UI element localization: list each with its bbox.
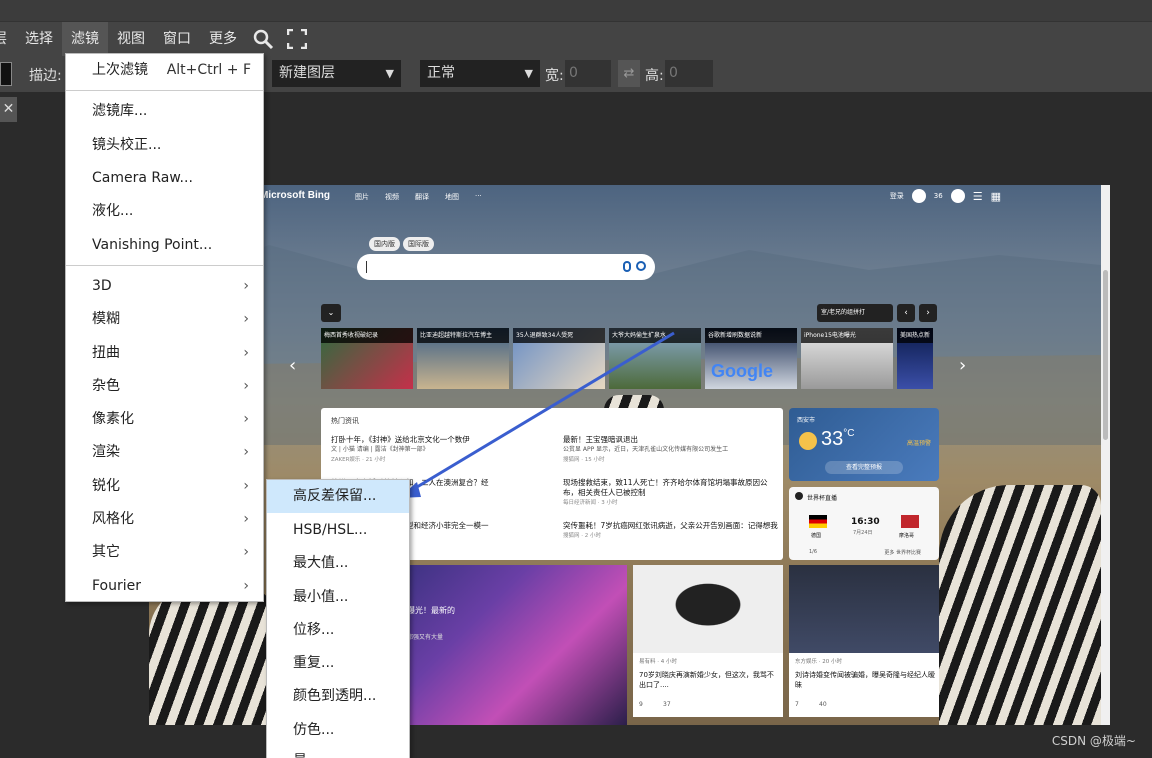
menu-item-label: 扭曲: [92, 345, 120, 361]
blend-mode-select[interactable]: 正常 ▼: [420, 60, 540, 87]
blend-mode-value: 正常: [427, 65, 455, 81]
menu-item-distort[interactable]: 扭曲 ›: [66, 337, 263, 370]
chevron-right-icon: ›: [243, 478, 249, 494]
filter-menu: 上次滤镜 Alt+Ctrl + F 滤镜库... 镜头校正... Camera …: [65, 53, 264, 602]
chevron-right-icon: ›: [243, 411, 249, 427]
menu-item-color-to-alpha[interactable]: 颜色到透明...: [267, 680, 409, 713]
menu-more[interactable]: 更多: [200, 22, 246, 56]
menu-item-label: Fourier: [92, 578, 142, 594]
menu-item-sharpen[interactable]: 锐化 ›: [66, 470, 263, 503]
chevron-right-icon: ›: [243, 578, 249, 594]
menu-item-high-pass[interactable]: 高反差保留...: [267, 480, 409, 513]
menu-bar: 层 选择 滤镜 视图 窗口 更多: [0, 22, 1152, 56]
color-swatch[interactable]: [0, 62, 12, 86]
menu-item-3d[interactable]: 3D ›: [66, 270, 263, 303]
chevron-right-icon: ›: [243, 511, 249, 527]
menu-view[interactable]: 视图: [108, 22, 154, 56]
menu-window[interactable]: 窗口: [154, 22, 200, 56]
chevron-right-icon: ›: [243, 544, 249, 560]
chevron-right-icon: ›: [243, 444, 249, 460]
menu-item-maximum[interactable]: 最大值...: [267, 547, 409, 580]
chevron-right-icon: ›: [243, 345, 249, 361]
menu-item-filter-gallery[interactable]: 滤镜库...: [66, 95, 263, 128]
chevron-down-icon: ▼: [385, 67, 394, 80]
height-label: 高:: [645, 68, 664, 84]
menu-item-label: 杂色: [92, 378, 120, 394]
search-icon[interactable]: [250, 26, 276, 52]
menu-item-label: 渲染: [92, 444, 120, 460]
menu-item-camera-raw[interactable]: Camera Raw...: [66, 162, 263, 195]
width-label: 宽:: [545, 68, 564, 84]
scrollbar-thumb[interactable]: [1103, 270, 1108, 440]
fullscreen-icon[interactable]: [284, 26, 310, 52]
close-icon[interactable]: ✕: [0, 97, 17, 122]
menu-item-minimum[interactable]: 最小值...: [267, 581, 409, 614]
menu-divider: [66, 265, 263, 266]
menu-item-last-filter[interactable]: 上次滤镜 Alt+Ctrl + F: [66, 54, 263, 87]
menu-item-offset[interactable]: 位移...: [267, 614, 409, 647]
menu-filter[interactable]: 滤镜: [62, 22, 108, 56]
menu-item-vanishing-point[interactable]: Vanishing Point...: [66, 229, 263, 262]
menu-item-partial[interactable]: 最...: [267, 745, 409, 758]
chevron-right-icon: ›: [243, 311, 249, 327]
menu-item-label: 风格化: [92, 511, 134, 527]
watermark: CSDN @极端~: [1051, 734, 1136, 748]
menu-item-label: 其它: [92, 544, 120, 560]
menu-item-fourier[interactable]: Fourier ›: [66, 570, 263, 603]
menu-item-pixelate[interactable]: 像素化 ›: [66, 403, 263, 436]
menu-item-label: 锐化: [92, 478, 120, 494]
menu-item-blur[interactable]: 模糊 ›: [66, 303, 263, 336]
chevron-right-icon: ›: [243, 378, 249, 394]
chevron-right-icon: ›: [243, 278, 249, 294]
height-input[interactable]: 0: [665, 60, 713, 87]
layer-select[interactable]: 新建图层 ▼: [272, 60, 401, 87]
menu-item-liquify[interactable]: 液化...: [66, 195, 263, 228]
menu-item-lens-correction[interactable]: 镜头校正...: [66, 129, 263, 162]
swap-dimensions-button[interactable]: ⇄: [618, 60, 640, 87]
menu-item-dither[interactable]: 仿色...: [267, 714, 409, 747]
menu-item-label: 上次滤镜: [92, 62, 148, 78]
menu-layer[interactable]: 层: [0, 22, 16, 56]
menu-item-label: 像素化: [92, 411, 134, 427]
width-input[interactable]: 0: [565, 60, 611, 87]
menu-item-render[interactable]: 渲染 ›: [66, 436, 263, 469]
chevron-down-icon: ▼: [524, 67, 533, 80]
menu-select[interactable]: 选择: [16, 22, 62, 56]
menu-item-other[interactable]: 其它 ›: [66, 536, 263, 569]
shortcut-label: Alt+Ctrl + F: [166, 62, 251, 78]
menu-item-noise[interactable]: 杂色 ›: [66, 370, 263, 403]
menu-item-repeat[interactable]: 重复...: [267, 647, 409, 680]
layer-select-value: 新建图层: [279, 65, 335, 81]
menu-divider: [66, 90, 263, 91]
menu-item-hsb-hsl[interactable]: HSB/HSL...: [267, 514, 409, 547]
other-submenu: 高反差保留... HSB/HSL... 最大值... 最小值... 位移... …: [266, 479, 410, 758]
stroke-label: 描边:: [29, 68, 62, 84]
canvas-scrollbar[interactable]: [1101, 185, 1110, 725]
menu-item-label: 模糊: [92, 311, 120, 327]
menu-item-label: 3D: [92, 278, 112, 294]
title-strip: [0, 0, 1152, 22]
menu-item-stylize[interactable]: 风格化 ›: [66, 503, 263, 536]
